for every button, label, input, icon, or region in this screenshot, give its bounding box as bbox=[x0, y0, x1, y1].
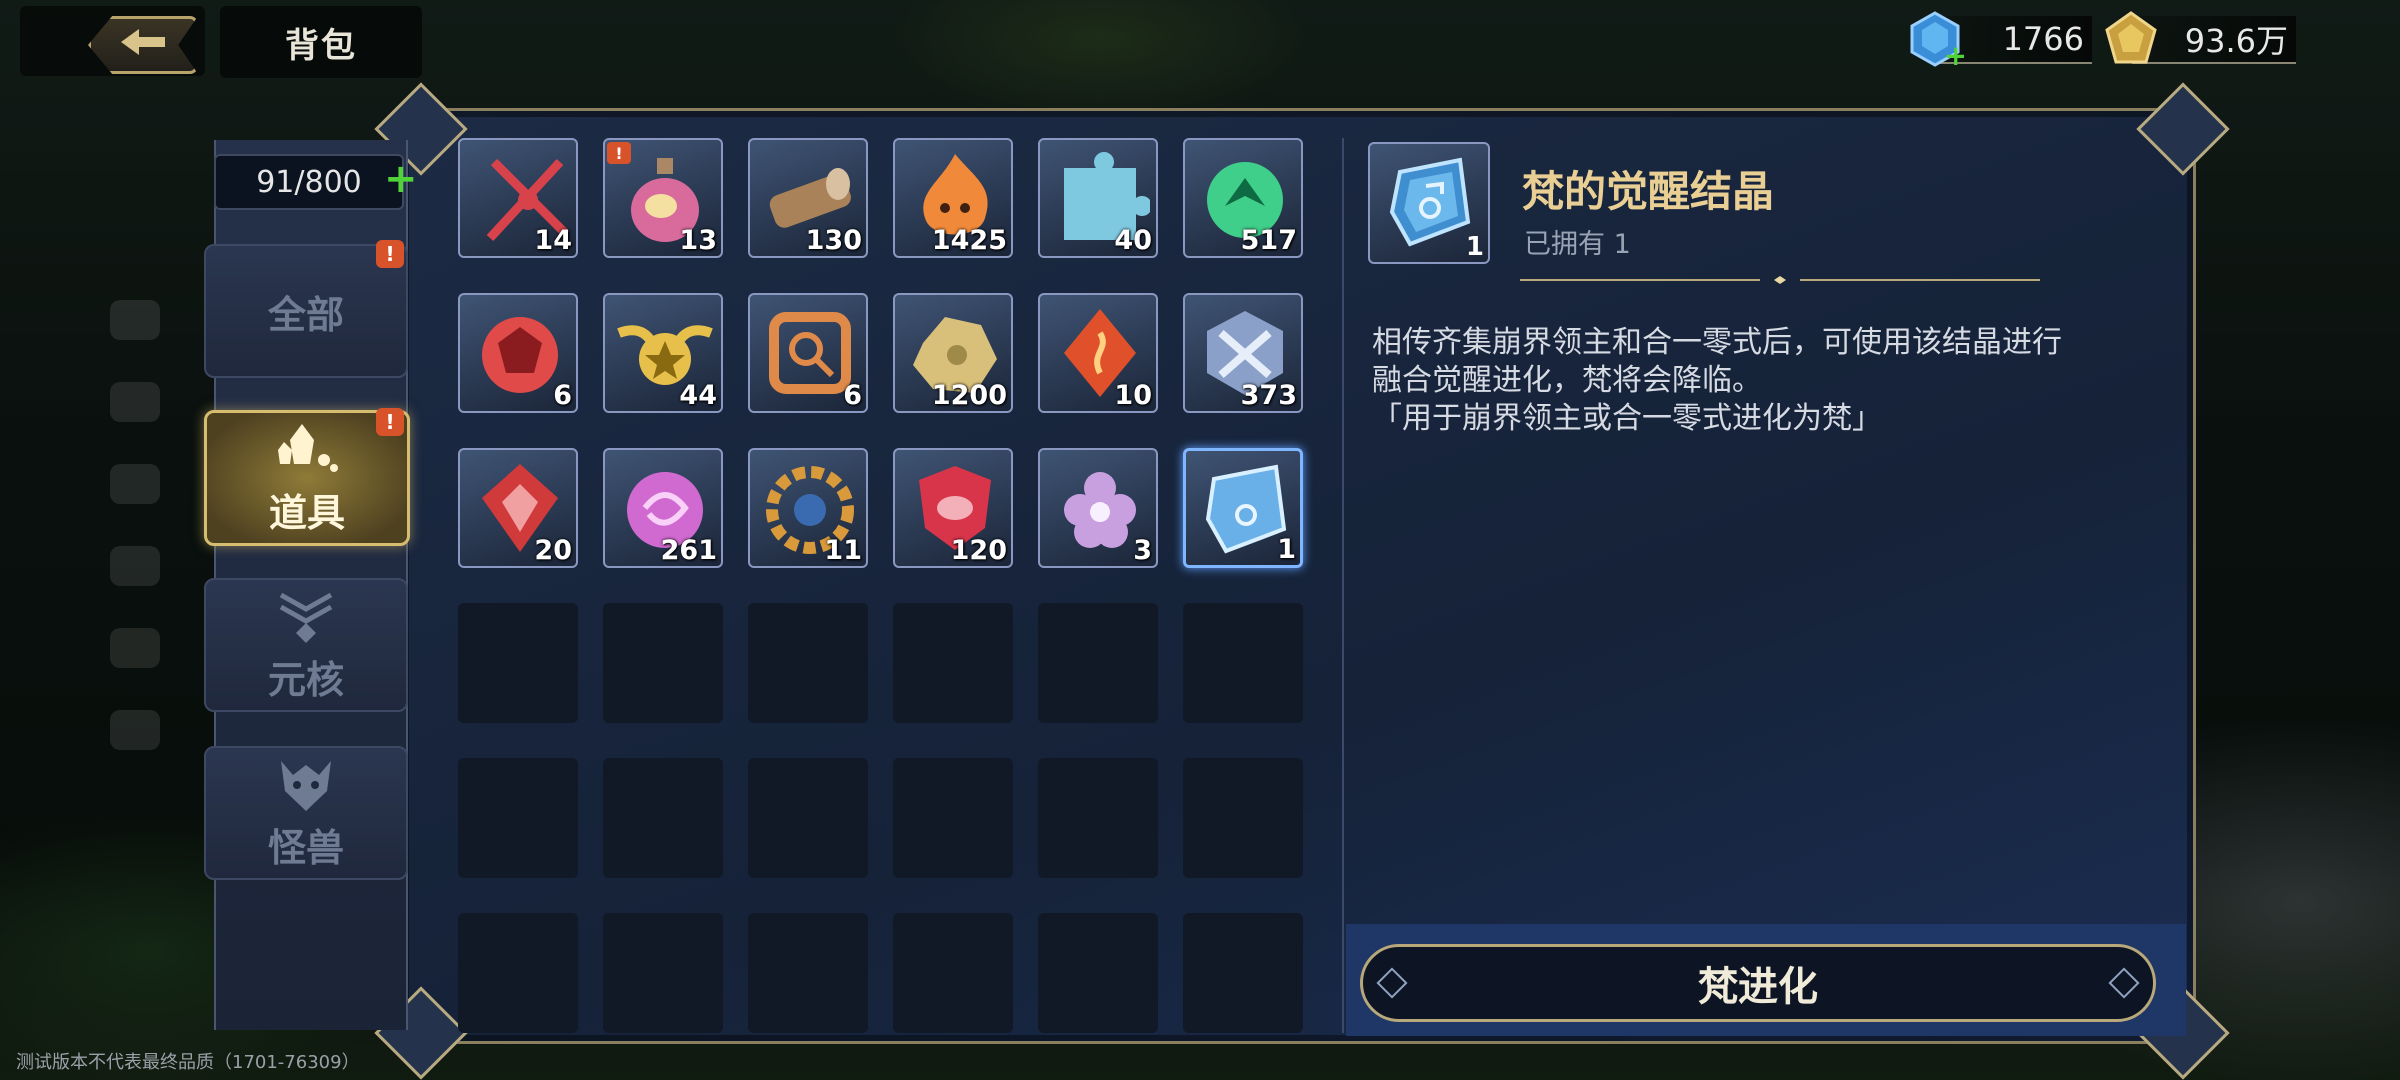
empty-inventory-slot[interactable] bbox=[748, 913, 868, 1033]
empty-inventory-slot[interactable] bbox=[1183, 913, 1303, 1033]
inventory-slot[interactable]: 517 bbox=[1183, 138, 1303, 258]
currency-crystal[interactable]: 1766 + bbox=[1906, 10, 2092, 70]
inventory-slot[interactable]: 14 bbox=[458, 138, 578, 258]
info-icon bbox=[110, 300, 160, 340]
inventory-slot[interactable]: 6 bbox=[748, 293, 868, 413]
tab-all-label: 全部 bbox=[267, 292, 344, 337]
gold-coin-icon bbox=[2105, 11, 2157, 64]
panel-divider bbox=[1342, 138, 1344, 1033]
item-quantity: 20 bbox=[534, 535, 572, 566]
empty-inventory-slot[interactable] bbox=[893, 913, 1013, 1033]
inventory-slot[interactable]: 10 bbox=[1038, 293, 1158, 413]
inventory-slot[interactable]: 6 bbox=[458, 293, 578, 413]
inventory-slot[interactable]: 20 bbox=[458, 448, 578, 568]
items-icon bbox=[278, 423, 338, 472]
tab-items-alert-badge: ! bbox=[376, 408, 404, 436]
item-description: 相传齐集崩界领主和合一零式后，可使用该结晶进行 融合觉醒进化，梵将会降临。 「用… bbox=[1372, 324, 2102, 438]
empty-inventory-slot[interactable] bbox=[1183, 603, 1303, 723]
inventory-slot[interactable]: 373 bbox=[1183, 293, 1303, 413]
item-quantity: 6 bbox=[843, 380, 862, 411]
back-button[interactable] bbox=[20, 6, 205, 76]
button-ornament bbox=[1376, 967, 1408, 999]
gift-icon bbox=[110, 382, 160, 422]
empty-inventory-slot[interactable] bbox=[748, 758, 868, 878]
inventory-slot[interactable]: 3 bbox=[1038, 448, 1158, 568]
inventory-slot[interactable]: 130 bbox=[748, 138, 868, 258]
empty-inventory-slot[interactable] bbox=[1038, 758, 1158, 878]
empty-inventory-slot[interactable] bbox=[893, 758, 1013, 878]
item-owned-count: 已拥有 1 bbox=[1524, 229, 1631, 260]
inventory-slot[interactable]: 1 bbox=[1183, 448, 1303, 568]
camera-icon bbox=[110, 464, 160, 504]
item-quantity: 120 bbox=[950, 535, 1007, 566]
empty-inventory-slot[interactable] bbox=[1183, 758, 1303, 878]
build-version-notice: 测试版本不代表最终品质（1701-76309） bbox=[16, 1052, 360, 1073]
selected-item-icon: 1 bbox=[1368, 142, 1490, 264]
item-quantity: 1425 bbox=[931, 225, 1007, 256]
selected-item-qty: 1 bbox=[1465, 232, 1484, 262]
chat-icon bbox=[110, 710, 160, 750]
empty-inventory-slot[interactable] bbox=[458, 913, 578, 1033]
left-side-menu-faded bbox=[110, 300, 160, 792]
tab-items-label: 道具 bbox=[268, 490, 345, 535]
item-quantity: 13 bbox=[679, 225, 717, 256]
inventory-capacity: 91/800 bbox=[214, 154, 404, 210]
empty-inventory-slot[interactable] bbox=[1038, 603, 1158, 723]
inventory-slot[interactable]: 11 bbox=[748, 448, 868, 568]
currency-gold: 93.6万 bbox=[2102, 10, 2296, 70]
item-name: 梵的觉醒结晶 bbox=[1522, 167, 1775, 216]
empty-inventory-slot[interactable] bbox=[893, 603, 1013, 723]
page-title: 背包 bbox=[220, 6, 422, 78]
inventory-slot[interactable]: 40 bbox=[1038, 138, 1158, 258]
tab-monster-label: 怪兽 bbox=[267, 825, 344, 870]
inventory-slot[interactable]: 44 bbox=[603, 293, 723, 413]
expand-capacity-button[interactable]: + bbox=[384, 159, 418, 199]
empty-inventory-slot[interactable] bbox=[603, 758, 723, 878]
item-alert-badge: ! bbox=[607, 142, 631, 164]
description-line: 「用于崩界领主或合一零式进化为梵」 bbox=[1372, 401, 1882, 436]
item-quantity: 14 bbox=[534, 225, 572, 256]
empty-inventory-slot[interactable] bbox=[603, 603, 723, 723]
core-icon bbox=[279, 592, 333, 643]
item-quantity: 11 bbox=[824, 535, 862, 566]
inventory-slot[interactable]: 120 bbox=[893, 448, 1013, 568]
item-quantity: 1 bbox=[1277, 534, 1296, 565]
blue-crystal-icon: + bbox=[1910, 11, 1964, 68]
item-quantity: 261 bbox=[660, 535, 717, 566]
evolve-button[interactable]: 梵进化 bbox=[1360, 944, 2156, 1022]
item-quantity: 517 bbox=[1240, 225, 1297, 256]
empty-inventory-slot[interactable] bbox=[603, 913, 723, 1033]
mail-icon bbox=[110, 628, 160, 668]
tab-core[interactable]: 元核 bbox=[204, 578, 408, 712]
monster-icon bbox=[281, 760, 331, 811]
inventory-slot[interactable]: 261 bbox=[603, 448, 723, 568]
description-line: 融合觉醒进化，梵将会降临。 bbox=[1372, 363, 1762, 398]
item-quantity: 10 bbox=[1114, 380, 1152, 411]
svg-text:+: + bbox=[1944, 39, 1964, 68]
button-ornament bbox=[2108, 967, 2140, 999]
title-divider-ornament bbox=[1520, 276, 2040, 284]
inventory-slot[interactable]: ! 13 bbox=[603, 138, 723, 258]
tab-core-label: 元核 bbox=[267, 657, 344, 702]
evolve-button-label: 梵进化 bbox=[1698, 964, 1818, 1010]
inventory-slot[interactable]: 1200 bbox=[893, 293, 1013, 413]
inventory-slot[interactable]: 1425 bbox=[893, 138, 1013, 258]
tab-all-alert-badge: ! bbox=[376, 240, 404, 268]
description-line: 相传齐集崩界领主和合一零式后，可使用该结晶进行 bbox=[1372, 325, 2062, 360]
empty-inventory-slot[interactable] bbox=[458, 603, 578, 723]
item-quantity: 3 bbox=[1133, 535, 1152, 566]
bulb-icon bbox=[110, 546, 160, 586]
item-grid: 14! 13 130 1425 40 517 6 44 6 1200 10 373 20 261 11 120… bbox=[458, 138, 1307, 1037]
back-arrow-icon bbox=[88, 16, 198, 74]
item-quantity: 1200 bbox=[931, 380, 1007, 411]
empty-inventory-slot[interactable] bbox=[458, 758, 578, 878]
item-quantity: 130 bbox=[805, 225, 862, 256]
item-quantity: 44 bbox=[679, 380, 717, 411]
empty-inventory-slot[interactable] bbox=[748, 603, 868, 723]
tab-monster[interactable]: 怪兽 bbox=[204, 746, 408, 880]
item-quantity: 6 bbox=[553, 380, 572, 411]
empty-inventory-slot[interactable] bbox=[1038, 913, 1158, 1033]
item-quantity: 40 bbox=[1114, 225, 1152, 256]
item-quantity: 373 bbox=[1240, 380, 1297, 411]
